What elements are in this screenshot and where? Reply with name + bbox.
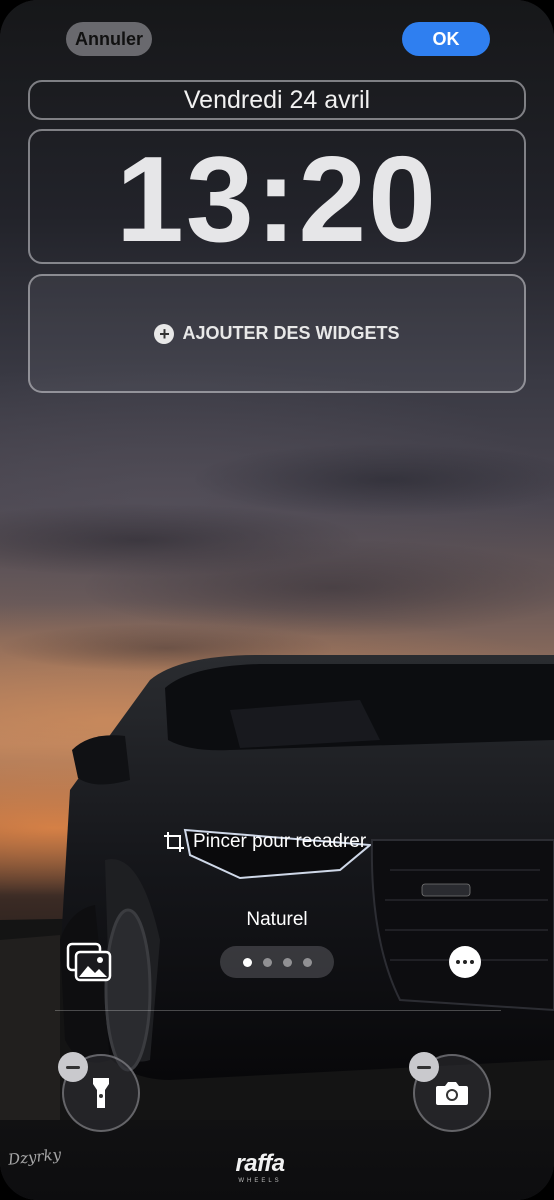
add-circle-icon: +	[154, 323, 175, 344]
brand-subtitle: WHEELS	[238, 1178, 282, 1184]
more-icon-dot	[463, 960, 467, 964]
divider	[55, 1010, 501, 1011]
add-widgets-area[interactable]: + AJOUTER DES WIDGETS	[28, 274, 526, 393]
more-icon-dot	[456, 960, 460, 964]
page-dot[interactable]	[262, 957, 272, 967]
date-label: Vendredi 24 avril	[183, 85, 371, 114]
clock-time: 13:20	[115, 130, 439, 267]
crop-hint-label: Pincer pour recadrer	[193, 831, 367, 852]
crop-hint: Pincer pour recadrer	[163, 829, 366, 855]
wallpaper-car-image	[0, 655, 554, 1120]
wallpaper-style-name: Naturel	[246, 909, 308, 930]
camera-icon	[436, 1082, 468, 1105]
clock-widget[interactable]: 13:20	[28, 129, 526, 264]
brand-name: raffa	[235, 1150, 285, 1177]
remove-camera-button[interactable]	[409, 1052, 439, 1082]
page-dot[interactable]	[282, 957, 292, 967]
crop-icon	[164, 832, 184, 852]
date-widget[interactable]: Vendredi 24 avril	[28, 80, 526, 120]
cancel-button[interactable]: Annuler	[66, 22, 152, 56]
photos-icon[interactable]	[66, 942, 112, 982]
more-options-button[interactable]	[449, 946, 481, 978]
brand-logo: raffa WHEELS	[222, 1150, 298, 1185]
page-dot[interactable]	[302, 957, 312, 967]
style-page-indicator[interactable]	[220, 946, 334, 978]
page-dot[interactable]	[242, 957, 252, 967]
remove-flashlight-button[interactable]	[58, 1052, 88, 1082]
more-icon-dot	[470, 960, 474, 964]
add-widgets-label: AJOUTER DES WIDGETS	[182, 323, 400, 343]
lockscreen-editor: Annuler OK Vendredi 24 avril 13:20 + AJO…	[0, 0, 554, 1200]
flashlight-icon	[93, 1078, 109, 1108]
ok-button[interactable]: OK	[402, 22, 490, 56]
